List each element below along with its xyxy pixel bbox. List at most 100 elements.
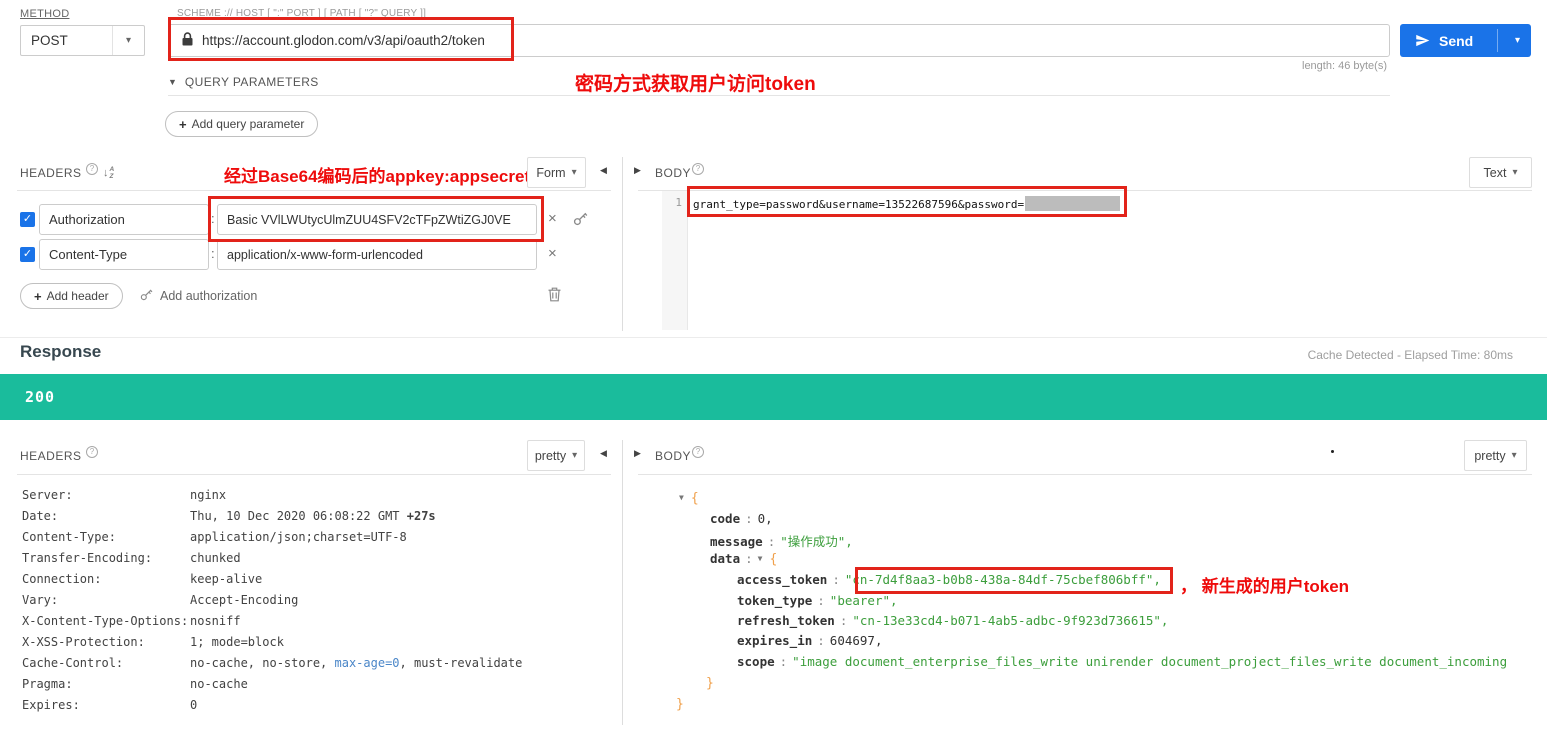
collapse-left-icon[interactable]: ◀ <box>600 165 607 176</box>
tree-expand-icon[interactable]: ▼ <box>679 493 684 502</box>
question-glyph: ? <box>696 447 700 456</box>
response-headers-help-icon[interactable]: ? <box>86 446 98 458</box>
url-input[interactable]: https://account.glodon.com/v3/api/oauth2… <box>168 24 1390 57</box>
headers-format-dropdown[interactable]: Form ▾ <box>527 157 586 188</box>
header-name-value: Content-Type <box>49 247 127 262</box>
header-colon: : <box>211 211 215 226</box>
tree-expand-icon[interactable]: ▼ <box>758 554 763 563</box>
authorization-key-icon[interactable] <box>573 211 588 226</box>
chevron-down-icon: ▾ <box>126 35 131 46</box>
response-body-format-dropdown[interactable]: pretty ▾ <box>1464 440 1527 471</box>
json-line-token-type: token_type:"bearer", <box>737 593 898 608</box>
response-headers-format-value: pretty <box>535 449 566 463</box>
check-icon: ✓ <box>23 213 32 225</box>
lock-icon <box>182 32 193 49</box>
query-parameters-label: QUERY PARAMETERS <box>185 75 319 89</box>
body-format-dropdown[interactable]: Text ▾ <box>1469 157 1532 188</box>
response-header-row: Vary:Accept-Encoding <box>22 593 298 607</box>
request-headers-label: HEADERS <box>20 166 82 180</box>
query-parameters-toggle[interactable]: ▼ QUERY PARAMETERS <box>168 75 319 89</box>
response-header-row: Transfer-Encoding:chunked <box>22 551 241 565</box>
response-header-row: Pragma:no-cache <box>22 677 248 691</box>
method-select[interactable]: POST ▾ <box>20 25 145 56</box>
header-enabled-checkbox[interactable]: ✓ <box>20 247 35 262</box>
body-help-icon[interactable]: ? <box>692 163 704 175</box>
method-label: METHOD <box>20 8 69 20</box>
request-pane-splitter[interactable] <box>622 157 623 331</box>
header-value-text: Basic VVlLWUtycUlmZUU4SFV2cTFpZWtiZGJ0VE <box>227 213 511 227</box>
add-header-button[interactable]: + Add header <box>20 283 123 309</box>
response-header-row: X-Content-Type-Options:nosniff <box>22 614 241 628</box>
response-headers-format-dropdown[interactable]: pretty ▾ <box>527 440 585 471</box>
status-bar: 200 <box>0 374 1547 420</box>
question-glyph: ? <box>696 164 700 173</box>
collapse-right-icon[interactable]: ▶ <box>634 448 641 459</box>
response-body-label: BODY <box>655 449 691 463</box>
triangle-down-icon: ▼ <box>168 77 177 87</box>
send-button[interactable]: Send ▾ <box>1400 24 1531 57</box>
response-header-row: Server:nginx <box>22 488 226 502</box>
response-section-divider <box>0 337 1547 338</box>
response-headers-divider <box>17 474 611 475</box>
api-tester-app: METHOD POST ▾ SCHEME :// HOST [ ":" PORT… <box>0 0 1547 732</box>
access-token-value: cn-7d4f8aa3-b0b8-438a-84df-75cbef806bff <box>852 572 1146 587</box>
status-code: 200 <box>25 374 55 420</box>
sort-headers-icon[interactable]: ↓ AZ <box>103 167 114 180</box>
headers-help-icon[interactable]: ? <box>86 163 98 175</box>
query-section-divider <box>168 95 1390 96</box>
header-value-text: application/x-www-form-urlencoded <box>227 248 423 262</box>
request-headers-divider <box>17 190 611 191</box>
response-body-divider <box>638 474 1532 475</box>
question-glyph: ? <box>90 164 94 173</box>
url-value: https://account.glodon.com/v3/api/oauth2… <box>202 33 485 48</box>
collapse-right-icon[interactable]: ▶ <box>634 165 641 176</box>
collapse-left-icon[interactable]: ◀ <box>600 448 607 459</box>
header-enabled-checkbox[interactable]: ✓ <box>20 212 35 227</box>
response-body-help-icon[interactable]: ? <box>692 446 704 458</box>
json-line-code: code:0, <box>710 511 773 526</box>
response-header-row: Date:Thu, 10 Dec 2020 06:08:22 GMT +27s <box>22 509 436 523</box>
send-label: Send <box>1439 33 1473 49</box>
request-body-editor[interactable]: grant_type=password&username=13522687596… <box>693 196 1120 211</box>
header-name-input[interactable]: Content-Type <box>39 239 209 270</box>
plus-icon: + <box>34 289 42 304</box>
json-line-access-token: access_token:"cn-7d4f8aa3-b0b8-438a-84df… <box>737 572 1161 587</box>
header-name-value: Authorization <box>49 212 125 227</box>
header-name-input[interactable]: Authorization <box>39 204 209 235</box>
annotation-base64: 经过Base64编码后的appkey:appsecret <box>224 162 530 187</box>
response-header-row: Connection:keep-alive <box>22 572 262 586</box>
request-body-text: grant_type=password&username=13522687596… <box>693 198 1024 211</box>
request-body-label: BODY <box>655 166 691 180</box>
json-line-data-open[interactable]: data:▼{ <box>710 551 777 567</box>
question-glyph: ? <box>90 447 94 456</box>
json-data-close: } <box>706 675 714 691</box>
chevron-down-icon: ▾ <box>1512 167 1517 178</box>
delete-headers-icon[interactable] <box>548 287 561 302</box>
response-title: Response <box>20 342 101 362</box>
sort-arrow-glyph: ↓ <box>103 167 109 180</box>
response-header-row: Content-Type:application/json;charset=UT… <box>22 530 407 544</box>
send-options-caret[interactable]: ▾ <box>1515 35 1520 46</box>
send-plane-icon <box>1415 33 1430 48</box>
body-length-info: length: 46 byte(s) <box>1302 60 1387 72</box>
sort-letters: AZ <box>110 167 115 180</box>
header-value-input[interactable]: Basic VVlLWUtycUlmZUU4SFV2cTFpZWtiZGJ0VE <box>217 204 537 235</box>
add-authorization-label: Add authorization <box>160 289 257 303</box>
response-header-row: Expires:0 <box>22 698 197 712</box>
response-headers-label: HEADERS <box>20 449 82 463</box>
remove-header-icon[interactable]: × <box>548 246 557 261</box>
method-caret[interactable]: ▾ <box>112 26 144 55</box>
response-header-row: Cache-Control:no-cache, no-store, max-ag… <box>22 656 522 670</box>
stray-dot <box>1331 450 1334 453</box>
remove-header-icon[interactable]: × <box>548 211 557 226</box>
json-root-open[interactable]: ▼{ <box>679 490 699 506</box>
header-value-input[interactable]: application/x-www-form-urlencoded <box>217 239 537 270</box>
add-authorization-link[interactable]: Add authorization <box>140 288 257 304</box>
headers-format-value: Form <box>536 166 565 180</box>
annotation-password-mode: 密码方式获取用户访问token <box>575 69 816 96</box>
add-query-parameter-label: Add query parameter <box>192 117 305 131</box>
response-header-row: X-XSS-Protection:1; mode=block <box>22 635 284 649</box>
add-query-parameter-button[interactable]: + Add query parameter <box>165 111 318 137</box>
response-pane-splitter[interactable] <box>622 440 623 725</box>
json-line-expires-in: expires_in:604697, <box>737 633 882 648</box>
